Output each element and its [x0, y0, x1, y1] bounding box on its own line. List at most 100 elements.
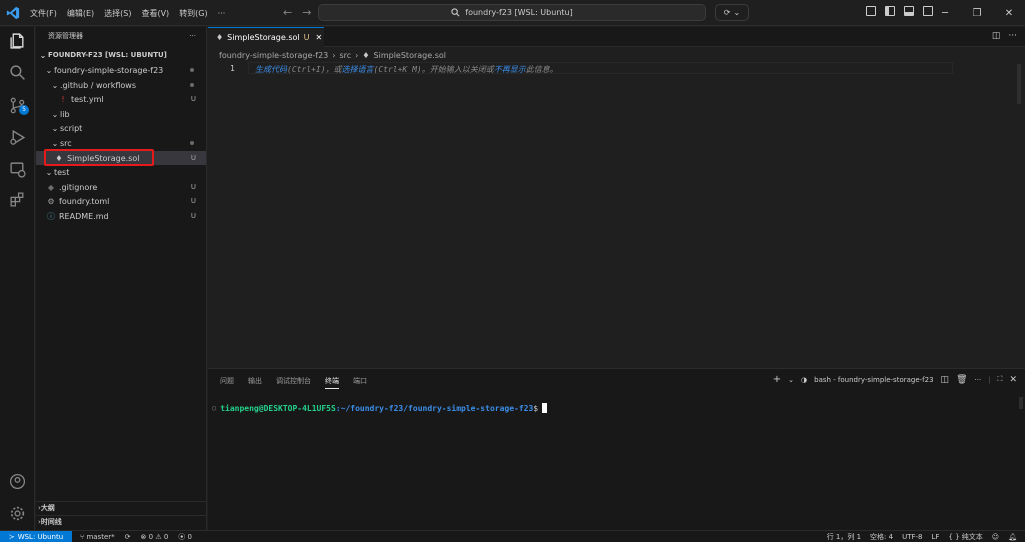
- indentation[interactable]: 空格: 4: [870, 532, 893, 542]
- dont-show-again-link[interactable]: 不再显示: [494, 65, 526, 74]
- cursor-position[interactable]: 行 1，列 1: [827, 532, 861, 542]
- tab-debug-console[interactable]: 调试控制台: [276, 376, 311, 389]
- explorer-files-icon[interactable]: [9, 32, 26, 49]
- split-editor-icon[interactable]: ◫: [992, 31, 1001, 41]
- menu-view[interactable]: 查看(V): [141, 8, 169, 19]
- untracked-status: U: [190, 212, 196, 220]
- more-actions-icon[interactable]: ···: [1008, 31, 1017, 41]
- breadcrumb-item[interactable]: SimpleStorage.sol: [374, 51, 446, 60]
- generate-code-link[interactable]: 生成代码: [255, 65, 287, 74]
- tab-simplestorage-sol[interactable]: ♦ SimpleStorage.sol U ✕: [208, 27, 324, 47]
- file-readme-md[interactable]: ⓘ README.md U: [36, 209, 206, 223]
- menu-edit[interactable]: 编辑(E): [67, 8, 94, 19]
- restore-icon[interactable]: ❐: [961, 8, 993, 19]
- extensions-icon[interactable]: [9, 191, 26, 208]
- toggle-primary-sidebar-icon[interactable]: [885, 6, 895, 16]
- breadcrumb: foundry-simple-storage-f23 › src › ♦ Sim…: [219, 51, 446, 60]
- ports-count: 0: [187, 533, 192, 541]
- file-test-yml[interactable]: ! test.yml U: [36, 92, 206, 106]
- breadcrumb-item[interactable]: src: [339, 51, 351, 60]
- split-terminal-icon[interactable]: ◫: [941, 375, 950, 385]
- ports-item[interactable]: ⦿ 0: [178, 532, 192, 542]
- maximize-panel-icon[interactable]: ⛶: [998, 375, 1003, 384]
- close-icon[interactable]: ✕: [315, 33, 322, 42]
- tab-ports[interactable]: 端口: [353, 376, 367, 389]
- highlight-box: [44, 149, 154, 166]
- end-of-line[interactable]: LF: [932, 533, 940, 541]
- untracked-status: U: [190, 197, 196, 205]
- empty-editor-hint: 生成代码(Ctrl+I)，或选择语言(Ctrl+K M)。开始输入以关闭或不再显…: [255, 64, 558, 75]
- tab-problems[interactable]: 问题: [220, 376, 234, 389]
- problems-item[interactable]: ⊗ 0 ⚠ 0: [141, 533, 169, 541]
- editor-scrollbar[interactable]: [1016, 60, 1022, 365]
- encoding[interactable]: UTF-8: [902, 533, 922, 541]
- modified-dot-icon: [190, 141, 194, 145]
- sync-icon[interactable]: ⟳: [125, 533, 131, 541]
- command-decoration-icon: ○: [212, 404, 217, 412]
- workspace-root-label: FOUNDRY-F23 [WSL: UBUNTU]: [48, 51, 167, 59]
- folder-label: lib: [60, 109, 70, 119]
- folder-test[interactable]: ⌄ test: [36, 165, 206, 179]
- new-terminal-icon[interactable]: +: [773, 374, 781, 385]
- language-mode[interactable]: { } 纯文本: [948, 532, 982, 542]
- chevron-down-icon: ⌄: [733, 8, 741, 17]
- customize-layout-icon[interactable]: [866, 6, 876, 16]
- accounts-icon[interactable]: [9, 473, 26, 490]
- close-panel-icon[interactable]: ✕: [1009, 375, 1017, 385]
- tab-label: SimpleStorage.sol: [227, 33, 300, 42]
- settings-gear-icon[interactable]: [9, 505, 26, 522]
- folder-script[interactable]: ⌄ script: [36, 121, 206, 135]
- command-center-search[interactable]: foundry-f23 [WSL: Ubuntu]: [318, 4, 706, 21]
- chevron-right-icon: ›: [355, 51, 359, 60]
- more-actions-icon[interactable]: ···: [975, 376, 982, 384]
- toggle-panel-icon[interactable]: [904, 6, 914, 16]
- terminal-name[interactable]: bash - foundry-simple-storage-f23: [814, 376, 933, 384]
- folder-label: src: [60, 138, 72, 148]
- copilot-icon[interactable]: ☺: [992, 533, 999, 541]
- breadcrumb-item[interactable]: foundry-simple-storage-f23: [219, 51, 328, 60]
- remote-icon: ≻: [8, 533, 15, 541]
- folder-github-workflows[interactable]: ⌄ .github / workflows: [36, 78, 206, 92]
- folder-label: script: [60, 123, 83, 133]
- outline-section[interactable]: › 大纲: [36, 501, 206, 514]
- trash-icon[interactable]: 🗑: [956, 375, 967, 385]
- menu-go[interactable]: 转到(G): [179, 8, 207, 19]
- folder-src[interactable]: ⌄ src: [36, 136, 206, 150]
- search-icon[interactable]: [9, 64, 26, 81]
- timeline-section[interactable]: › 时间线: [36, 515, 206, 528]
- file-gitignore[interactable]: ◆ .gitignore U: [36, 180, 206, 194]
- folder-foundry-simple-storage[interactable]: ⌄ foundry-simple-storage-f23: [36, 63, 206, 77]
- folder-lib[interactable]: ⌄ lib: [36, 107, 206, 121]
- menu-more[interactable]: ···: [218, 9, 226, 18]
- back-arrow-icon[interactable]: ←: [283, 6, 292, 19]
- terminal-scrollbar[interactable]: [1019, 397, 1023, 409]
- notifications-bell-icon[interactable]: 🔔︎: [1008, 533, 1017, 541]
- copilot-button[interactable]: ⟳ ⌄: [715, 4, 749, 21]
- branch-item[interactable]: ⑂ master*: [80, 533, 115, 541]
- workspace-root[interactable]: ⌄ FOUNDRY-F23 [WSL: UBUNTU]: [36, 48, 206, 62]
- info-file-icon: ⓘ: [47, 211, 55, 221]
- menu-selection[interactable]: 选择(S): [104, 8, 131, 19]
- close-icon[interactable]: ✕: [993, 8, 1025, 19]
- terminal-prompt-line[interactable]: ○ tianpeng@DESKTOP-4L1UF5S:~/foundry-f23…: [212, 403, 548, 413]
- editor-actions: ◫ ···: [992, 31, 1017, 41]
- run-debug-icon[interactable]: [9, 129, 26, 146]
- file-foundry-toml[interactable]: ⚙ foundry.toml U: [36, 194, 206, 208]
- forward-arrow-icon[interactable]: →: [302, 6, 311, 19]
- gear-file-icon: ⚙: [47, 196, 55, 206]
- tab-status: U: [303, 33, 310, 42]
- more-actions-icon[interactable]: ···: [189, 32, 196, 40]
- code-editor[interactable]: 1 生成代码(Ctrl+I)，或选择语言(Ctrl+K M)。开始输入以关闭或不…: [208, 60, 1015, 365]
- remote-explorer-icon[interactable]: [9, 161, 26, 178]
- minimize-icon[interactable]: ─: [929, 8, 961, 19]
- scrollbar-thumb[interactable]: [1017, 64, 1021, 104]
- terminal-path: :~/foundry-f23/foundry-simple-storage-f2…: [335, 403, 534, 413]
- remote-indicator[interactable]: ≻ WSL: Ubuntu: [0, 531, 72, 542]
- select-language-link[interactable]: 选择语言: [342, 65, 374, 74]
- tab-output[interactable]: 输出: [248, 376, 262, 389]
- tab-terminal[interactable]: 终端: [325, 376, 339, 389]
- terminal-shell-icon: ◑: [801, 375, 808, 384]
- chevron-down-icon: ⌄: [51, 123, 59, 133]
- menu-file[interactable]: 文件(F): [30, 8, 57, 19]
- chevron-down-icon[interactable]: ⌄: [788, 376, 794, 384]
